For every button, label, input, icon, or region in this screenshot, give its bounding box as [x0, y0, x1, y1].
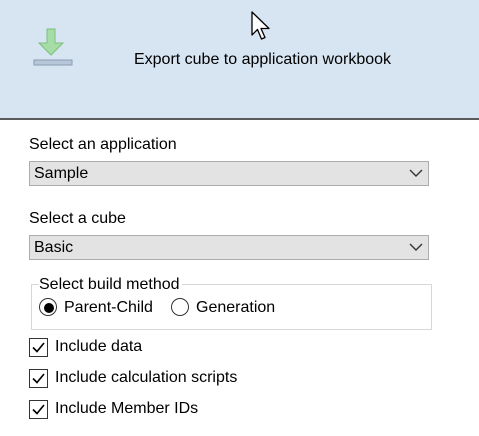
checkmark-icon	[32, 342, 45, 353]
checkbox-box[interactable]	[29, 338, 48, 357]
include-data-checkbox[interactable]: Include data	[29, 338, 149, 358]
radio-generation[interactable]: Generation	[171, 298, 281, 320]
chevron-down-icon	[409, 169, 423, 177]
radio-selected-dot	[44, 303, 54, 313]
checkbox-label: Include data	[55, 338, 143, 355]
application-label: Select an application	[29, 136, 177, 153]
checkbox-box[interactable]	[29, 369, 48, 388]
cube-select[interactable]: Basic	[29, 235, 429, 260]
include-member-ids-checkbox[interactable]: Include Member IDs	[29, 400, 204, 420]
checkbox-box[interactable]	[29, 400, 48, 419]
chevron-down-icon	[409, 243, 423, 251]
checkmark-icon	[32, 373, 45, 384]
include-calculation-scripts-checkbox[interactable]: Include calculation scripts	[29, 369, 244, 389]
mouse-cursor-icon	[251, 11, 270, 40]
build-method-label: Select build method	[39, 276, 182, 294]
checkmark-icon	[32, 404, 45, 415]
cube-select-value: Basic	[34, 239, 74, 256]
radio-button[interactable]	[39, 298, 57, 316]
dialog-title: Export cube to application workbook	[133, 51, 392, 68]
radio-button[interactable]	[171, 298, 189, 316]
checkbox-label: Include Member IDs	[55, 400, 199, 417]
application-select[interactable]: Sample	[29, 161, 429, 186]
radio-parent-child[interactable]: Parent-Child	[39, 298, 159, 320]
application-select-value: Sample	[34, 165, 89, 182]
cube-label: Select a cube	[29, 210, 126, 227]
checkbox-label: Include calculation scripts	[55, 369, 238, 386]
radio-label: Generation	[196, 299, 276, 316]
dialog-header: Export cube to application workbook	[0, 0, 479, 120]
radio-label: Parent-Child	[64, 299, 153, 316]
